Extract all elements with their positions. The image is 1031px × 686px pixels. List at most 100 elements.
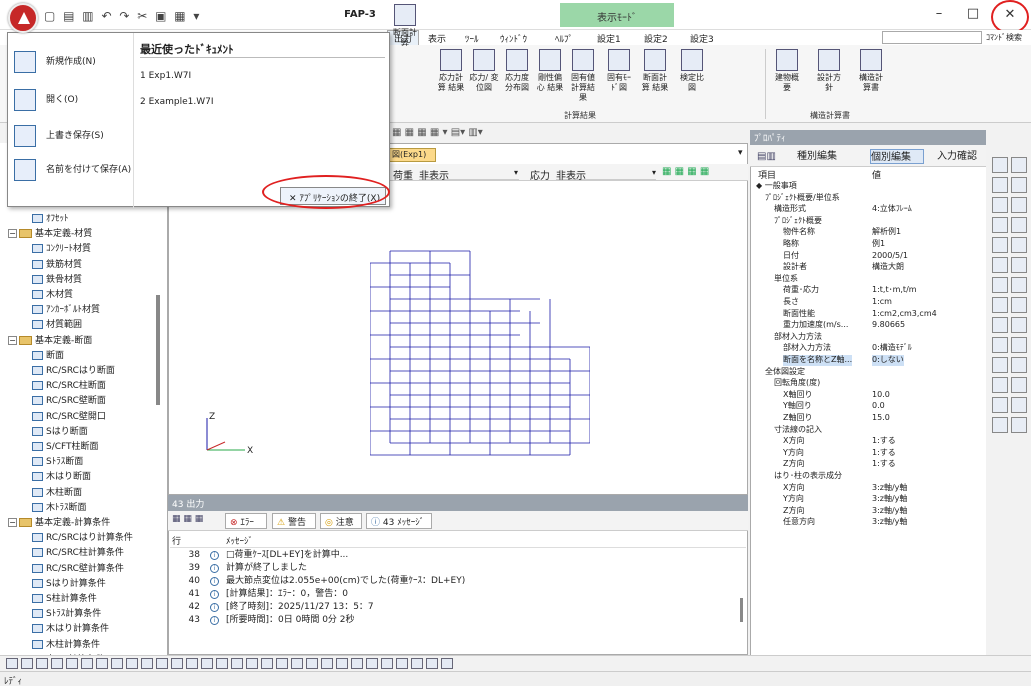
doc-dropdown-icon[interactable]: ▾	[738, 148, 743, 158]
bottom-tool-icon[interactable]	[66, 658, 78, 669]
property-value[interactable]: 3:z軸/y軸	[872, 483, 907, 494]
tool-icon[interactable]	[992, 257, 1008, 273]
expand-toggle-icon[interactable]: −	[8, 518, 17, 527]
tree-item[interactable]: ｵﾌｾｯﾄ	[32, 211, 69, 227]
property-value[interactable]: 構造大朗	[872, 262, 904, 273]
maximize-button[interactable]: □	[963, 6, 983, 24]
recent-doc-2[interactable]: 2 Example1.W7I	[140, 97, 214, 107]
expand-toggle-icon[interactable]: −	[8, 335, 17, 345]
output-tab-warnings[interactable]: ⚠ 警告	[272, 513, 316, 529]
property-value[interactable]: 0:しない	[872, 355, 904, 366]
output-tab-messages[interactable]: ⓘ 43 ﾒｯｾｰｼﾞ	[366, 513, 432, 529]
ribbon-section-calc-button[interactable]: 断面計算	[390, 4, 420, 48]
tree-item[interactable]: RC/SRC壁断面	[32, 393, 106, 409]
menu-open[interactable]: 開く(O)	[14, 85, 134, 115]
output-tab-errors[interactable]: ⊗ ｴﾗｰ	[225, 513, 267, 529]
tool-icon[interactable]	[992, 277, 1008, 293]
bottom-tool-icon[interactable]	[6, 658, 18, 669]
property-value[interactable]: 2000/5/1	[872, 251, 908, 262]
property-value[interactable]: 例1	[872, 239, 885, 250]
property-value[interactable]: 0.0	[872, 401, 885, 412]
tree-item[interactable]: RC/SRC柱計算条件	[32, 545, 124, 561]
menu-new[interactable]: 新規作成(N)	[14, 47, 134, 77]
tool-icon[interactable]	[1011, 397, 1027, 413]
ribbon-mode-diagram-button[interactable]: 固有ﾓｰﾄﾞ図	[604, 49, 634, 93]
tab-tools[interactable]: ﾂｰﾙ	[465, 30, 479, 45]
bottom-tool-icon[interactable]	[306, 658, 318, 669]
tree-item[interactable]: 木ﾄﾗｽ断面	[32, 500, 87, 516]
property-value[interactable]: 0:構造ﾓﾃﾞﾙ	[872, 343, 912, 354]
tool-icon[interactable]	[992, 157, 1008, 173]
bottom-tool-icon[interactable]	[396, 658, 408, 669]
bottom-tool-icon[interactable]	[171, 658, 183, 669]
bottom-tool-icon[interactable]	[21, 658, 33, 669]
tree-item[interactable]: 木柱計算条件	[32, 637, 100, 653]
output-row[interactable]: 40 i 最大節点変位は2.055e+00(cm)でした(荷重ｹｰｽ：DL+EY)	[170, 575, 746, 588]
property-label[interactable]: 断面を名称とZ軸...	[783, 355, 853, 366]
tool-icon[interactable]	[1011, 217, 1027, 233]
menu-save[interactable]: 上書き保存(S)	[14, 121, 134, 151]
bottom-tool-icon[interactable]	[126, 658, 138, 669]
property-label[interactable]: 構造形式	[774, 204, 806, 215]
tree-item[interactable]: ｺﾝｸﾘｰﾄ材質	[32, 241, 91, 257]
bottom-tool-icon[interactable]	[36, 658, 48, 669]
tree-item[interactable]: RC/SRCはり断面	[32, 363, 115, 379]
tool-icon[interactable]	[1011, 197, 1027, 213]
tool-icon[interactable]	[1011, 237, 1027, 253]
tree-item[interactable]: 断面	[32, 348, 64, 364]
properties-view-icons[interactable]: ▤▥	[757, 149, 777, 164]
tab-settings1[interactable]: 設定1	[597, 30, 621, 45]
tree-item[interactable]: Sはり断面	[32, 424, 88, 440]
ribbon-section-result-button[interactable]: 断面計算 結果	[640, 49, 670, 93]
tree-item[interactable]: RC/SRC柱断面	[32, 378, 106, 394]
property-label[interactable]: 日付	[783, 251, 799, 262]
tool-icon[interactable]	[992, 337, 1008, 353]
tool-icon[interactable]	[1011, 417, 1027, 433]
bottom-tool-icon[interactable]	[231, 658, 243, 669]
tree-item[interactable]: 材質範囲	[32, 317, 82, 333]
tool-icon[interactable]	[1011, 257, 1027, 273]
bottom-tool-icon[interactable]	[276, 658, 288, 669]
tool-icon[interactable]	[1011, 177, 1027, 193]
application-button[interactable]	[8, 3, 38, 33]
tool-icon[interactable]	[1011, 157, 1027, 173]
property-label[interactable]: Y方向	[783, 494, 804, 505]
property-label[interactable]: 全体図設定	[765, 367, 805, 378]
secondary-toolbar-icons[interactable]: ▦ ▦ ▦ ▦ ▾ ▤▾ ▥▾	[392, 127, 483, 138]
document-tab[interactable]: 図(Exp1)	[388, 148, 436, 162]
property-label[interactable]: ◆ 一般事項	[756, 181, 797, 192]
tab-window[interactable]: ｳｨﾝﾄﾞｳ	[500, 30, 527, 45]
property-label[interactable]: X方向	[783, 483, 804, 494]
bottom-tool-icon[interactable]	[291, 658, 303, 669]
tree-item[interactable]: Sﾄﾗｽ断面	[32, 454, 83, 470]
property-value[interactable]: 3:z軸/y軸	[872, 506, 907, 517]
property-value[interactable]: 1:する	[872, 436, 896, 447]
bottom-tool-icon[interactable]	[351, 658, 363, 669]
ribbon-eigen-button[interactable]: 固有値 計算結果	[568, 49, 598, 103]
property-label[interactable]: 略称	[783, 239, 799, 250]
property-value[interactable]: 1:する	[872, 448, 896, 459]
tool-icon[interactable]	[992, 357, 1008, 373]
tool-icon[interactable]	[1011, 377, 1027, 393]
recent-doc-1[interactable]: 1 Exp1.W7I	[140, 71, 191, 81]
ribbon-stress-disp-button[interactable]: 応力/ 変位図	[469, 49, 499, 93]
output-row[interactable]: 38 i □荷重ｹｰｽ[DL+EY]を計算中...	[170, 549, 746, 562]
property-value[interactable]: 4:立体ﾌﾚｰﾑ	[872, 204, 912, 215]
tree-item[interactable]: RC/SRCはり計算条件	[32, 530, 133, 546]
tab-settings3[interactable]: 設定3	[690, 30, 714, 45]
ribbon-calc-doc-button[interactable]: 構造計算書	[856, 49, 886, 93]
tree-item[interactable]: 鉄骨材質	[32, 272, 82, 288]
bottom-tool-icon[interactable]	[111, 658, 123, 669]
property-value[interactable]: 1:する	[872, 459, 896, 470]
ribbon-design-policy-button[interactable]: 設計方針	[814, 49, 844, 93]
property-label[interactable]: 任意方向	[783, 517, 815, 528]
expand-toggle-icon[interactable]: −	[8, 229, 17, 239]
tool-icon[interactable]	[992, 297, 1008, 313]
tree-item[interactable]: RC/SRC壁開口	[32, 409, 106, 425]
minimize-button[interactable]: –	[929, 6, 949, 24]
bottom-tool-icon[interactable]	[51, 658, 63, 669]
bottom-tool-icon[interactable]	[81, 658, 93, 669]
tree-item[interactable]: 木柱断面	[32, 485, 82, 501]
tree-item[interactable]: 鉄筋材質	[32, 257, 82, 273]
property-label[interactable]: 寸法線の記入	[774, 425, 822, 436]
